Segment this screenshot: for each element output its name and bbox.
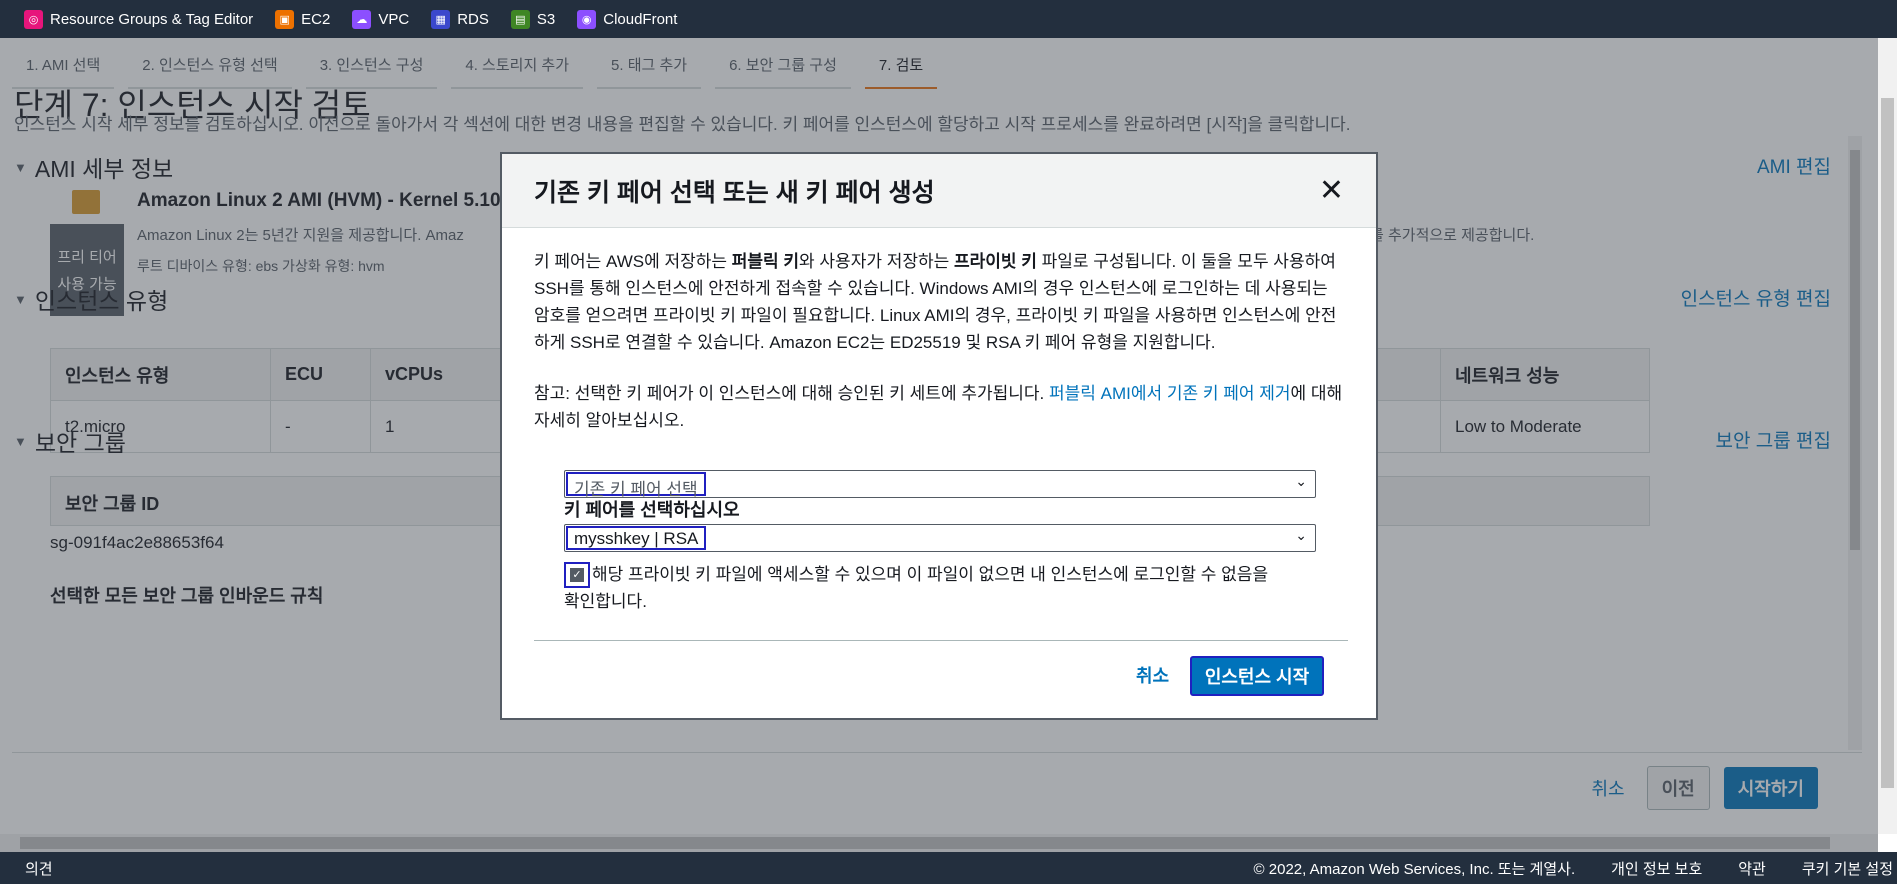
vpc-icon: ☁ <box>352 9 372 29</box>
chevron-down-icon: ⌄ <box>1295 527 1307 543</box>
close-icon[interactable]: ✕ <box>1319 173 1344 208</box>
favorite-cloudfront[interactable]: ◉ CloudFront <box>577 9 678 29</box>
favorites-bar: ◎ Resource Groups & Tag Editor ▣ EC2 ☁ VPC ▦ RD… <box>0 0 1897 38</box>
acknowledge-label: 해당 프라이빗 키 파일에 액세스할 수 있으며 이 파일이 없으면 내 인스턴… <box>564 565 1269 611</box>
key-pair-label: 키 페어를 선택하십시오 <box>564 500 740 520</box>
key-pair-mode-select[interactable]: 기존 키 페어 선택 ⌄ <box>564 470 1316 499</box>
dialog-divider <box>534 640 1348 641</box>
key-pair-note: 참고: 선택한 키 페어가 이 인스턴스에 대해 승인된 키 세트에 추가됩니다… <box>534 384 1343 430</box>
favorite-vpc[interactable]: ☁ VPC <box>352 9 410 29</box>
privacy-link[interactable]: 개인 정보 보호 <box>1611 858 1702 879</box>
favorite-label: S3 <box>536 10 556 28</box>
favorite-resource-groups[interactable]: ◎ Resource Groups & Tag Editor <box>24 9 254 29</box>
key-pair-select[interactable]: mysshkey | RSA ⌄ <box>564 524 1316 552</box>
rds-icon: ▦ <box>431 9 451 29</box>
console-footer: 의견 © 2022, Amazon Web Services, Inc. 또는 … <box>0 852 1897 884</box>
cloudfront-icon: ◉ <box>577 9 597 29</box>
ec2-icon: ▣ <box>275 9 295 29</box>
cookie-preferences-link[interactable]: 쿠키 기본 설정 <box>1802 858 1893 879</box>
key-pair-dialog: 기존 키 페어 선택 또는 새 키 페어 생성 ✕ 키 페어는 AWS에 저장하… <box>500 152 1378 720</box>
key-pair-intro: 키 페어는 AWS에 저장하는 퍼블릭 키와 사용자가 저장하는 프라이빗 키 … <box>534 252 1337 352</box>
key-pair-mode-value: 기존 키 페어 선택 <box>566 472 706 499</box>
acknowledge-checkbox[interactable]: ✓ <box>564 562 590 588</box>
dialog-cancel-link[interactable]: 취소 <box>1136 662 1169 688</box>
s3-icon: ▤ <box>510 9 530 29</box>
public-ami-key-removal-link[interactable]: 퍼블릭 AMI에서 기존 키 페어 제거 <box>1049 384 1291 403</box>
resource-groups-icon: ◎ <box>24 9 43 29</box>
dialog-title: 기존 키 페어 선택 또는 새 키 페어 생성 <box>534 178 935 207</box>
favorite-label: EC2 <box>301 10 331 28</box>
favorite-s3[interactable]: ▤ S3 <box>510 9 556 29</box>
feedback-link[interactable]: 의견 <box>25 858 53 879</box>
favorite-label: RDS <box>457 10 489 28</box>
terms-link[interactable]: 약관 <box>1738 858 1766 879</box>
copyright-text: © 2022, Amazon Web Services, Inc. 또는 계열사… <box>1253 860 1576 878</box>
window-scrollbar[interactable] <box>1878 38 1897 834</box>
favorite-label: Resource Groups & Tag Editor <box>50 10 254 28</box>
chevron-down-icon: ⌄ <box>1295 473 1307 489</box>
window-scrollbar-thumb[interactable] <box>1881 98 1894 788</box>
checkmark-icon: ✓ <box>570 568 584 582</box>
key-pair-value: mysshkey | RSA <box>566 526 707 550</box>
favorite-rds[interactable]: ▦ RDS <box>431 9 489 29</box>
launch-instances-button[interactable]: 인스턴스 시작 <box>1190 656 1324 696</box>
favorite-label: CloudFront <box>603 10 678 28</box>
favorite-ec2[interactable]: ▣ EC2 <box>275 9 331 29</box>
dialog-body: 키 페어는 AWS에 저장하는 퍼블릭 키와 사용자가 저장하는 프라이빗 키 … <box>502 228 1376 434</box>
favorite-label: VPC <box>378 10 410 28</box>
dialog-header: 기존 키 페어 선택 또는 새 키 페어 생성 ✕ <box>502 154 1376 228</box>
